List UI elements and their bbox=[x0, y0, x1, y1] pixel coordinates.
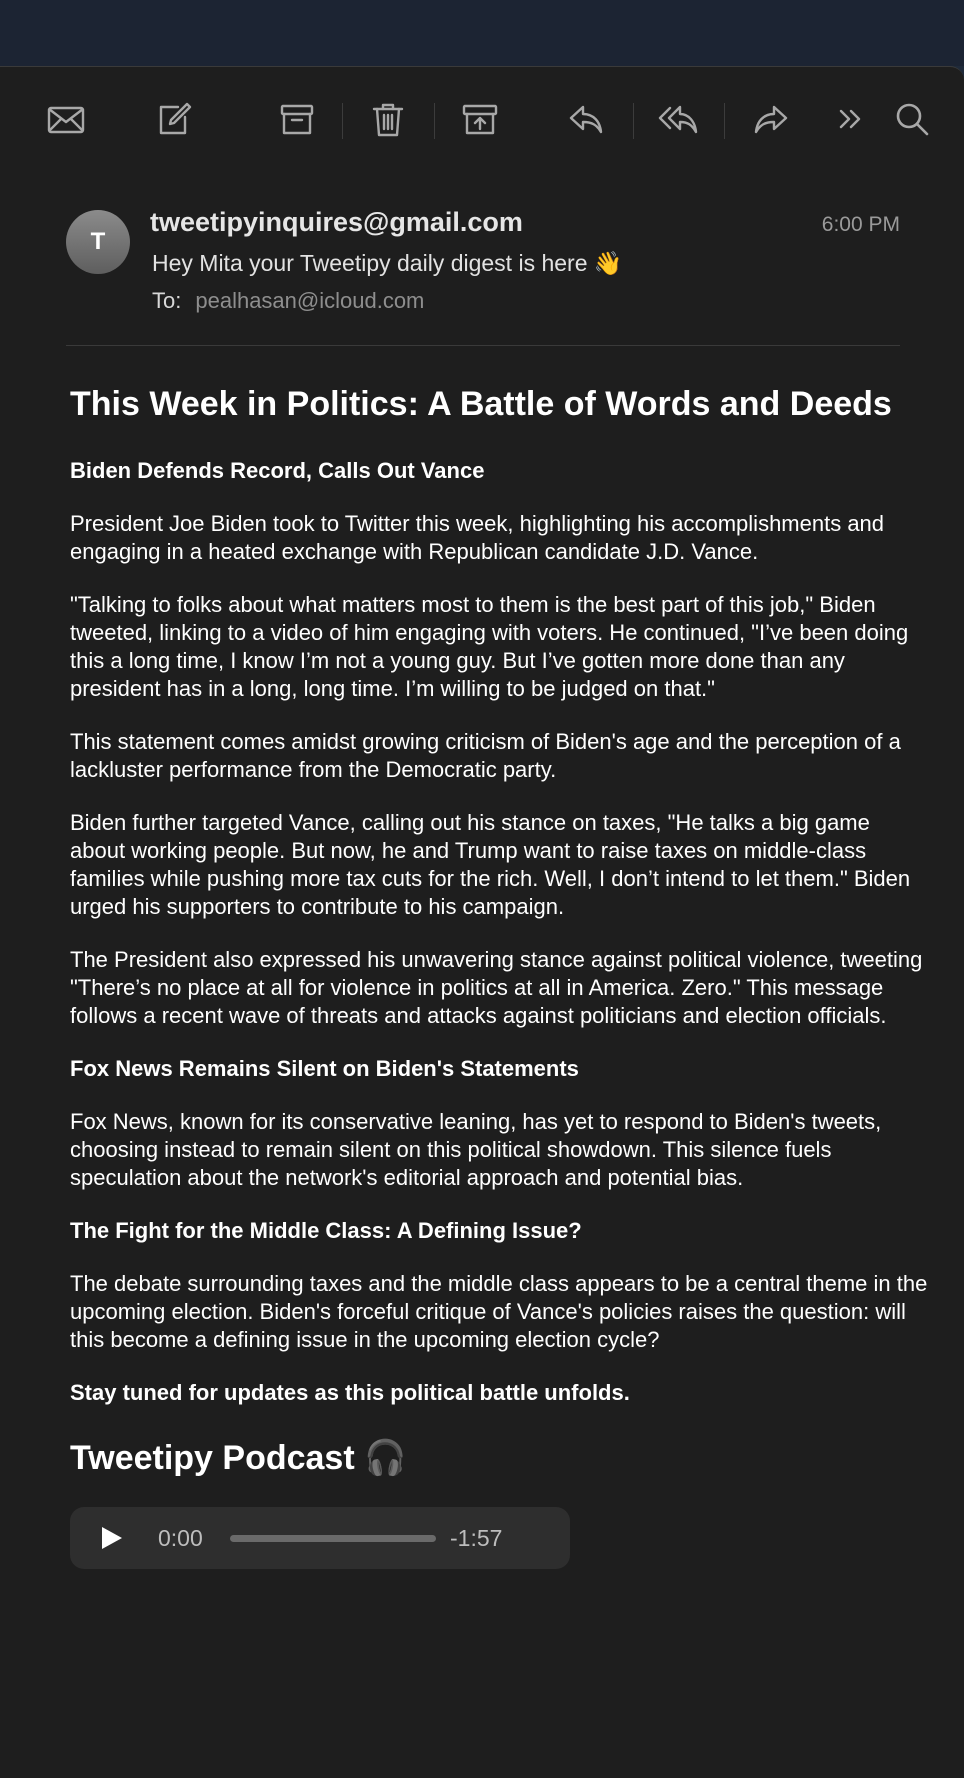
compose-icon[interactable] bbox=[152, 97, 196, 141]
paragraph: "Talking to folks about what matters mos… bbox=[70, 592, 909, 701]
search-icon[interactable] bbox=[890, 97, 934, 141]
archive-icon[interactable] bbox=[275, 97, 319, 141]
forward-icon[interactable] bbox=[749, 97, 793, 141]
toolbar-separator bbox=[633, 103, 634, 139]
avatar: T bbox=[66, 210, 130, 274]
closing-line: Stay tuned for updates as this political… bbox=[70, 1380, 630, 1405]
paragraph: The President also expressed his unwaver… bbox=[70, 947, 923, 1028]
toolbar-separator bbox=[724, 103, 725, 139]
section-heading: The Fight for the Middle Class: A Defini… bbox=[70, 1218, 582, 1243]
to-label: To: bbox=[152, 288, 182, 313]
recipient-address[interactable]: pealhasan@icloud.com bbox=[195, 288, 424, 313]
reply-icon[interactable] bbox=[564, 97, 608, 141]
paragraph: This statement comes amidst growing crit… bbox=[70, 729, 901, 782]
message-body: This Week in Politics: A Battle of Words… bbox=[70, 383, 930, 1569]
sender-address[interactable]: tweetipyinquires@gmail.com bbox=[150, 207, 523, 238]
paragraph: Biden further targeted Vance, calling ou… bbox=[70, 810, 911, 919]
toolbar bbox=[0, 67, 964, 171]
recipient-row: To: pealhasan@icloud.com bbox=[152, 288, 424, 314]
paragraph: The debate surrounding taxes and the mid… bbox=[70, 1271, 928, 1352]
envelope-icon[interactable] bbox=[44, 97, 88, 141]
section-heading: Biden Defends Record, Calls Out Vance bbox=[70, 458, 485, 483]
section-heading: Fox News Remains Silent on Biden's State… bbox=[70, 1056, 579, 1081]
message-subject: Hey Mita your Tweetipy daily digest is h… bbox=[152, 250, 623, 276]
message-time: 6:00 PM bbox=[821, 213, 900, 236]
play-icon[interactable] bbox=[98, 1525, 124, 1551]
paragraph: Fox News, known for its conservative lea… bbox=[70, 1109, 882, 1190]
header-divider bbox=[66, 345, 900, 346]
more-icon[interactable] bbox=[828, 97, 872, 141]
desktop-top-bar bbox=[0, 0, 964, 66]
move-to-junk-icon[interactable] bbox=[458, 97, 502, 141]
audio-progress-bar[interactable] bbox=[230, 1535, 436, 1542]
remaining-time: -1:57 bbox=[450, 1525, 503, 1551]
reply-all-icon[interactable] bbox=[656, 97, 700, 141]
podcast-title: Tweetipy Podcast 🎧 bbox=[70, 1439, 407, 1477]
paragraph: President Joe Biden took to Twitter this… bbox=[70, 511, 885, 564]
audio-player: 0:00 -1:57 bbox=[70, 1507, 570, 1569]
current-time: 0:00 bbox=[158, 1525, 203, 1551]
article-title: This Week in Politics: A Battle of Words… bbox=[70, 385, 892, 423]
trash-icon[interactable] bbox=[366, 97, 410, 141]
message-header: T tweetipyinquires@gmail.com 6:00 PM Hey… bbox=[66, 207, 900, 347]
toolbar-separator bbox=[434, 103, 435, 139]
toolbar-separator bbox=[342, 103, 343, 139]
